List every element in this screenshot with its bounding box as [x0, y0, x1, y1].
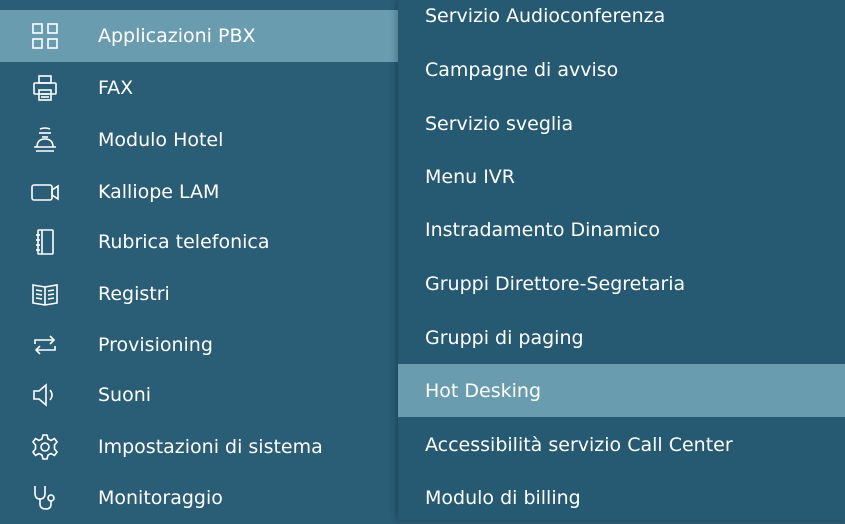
gear-icon — [30, 432, 60, 462]
grid-icon — [30, 21, 60, 51]
sidebar-item-registri[interactable]: Registri — [0, 268, 398, 320]
video-camera-icon — [30, 177, 60, 207]
speaker-icon — [30, 380, 60, 410]
sidebar-item-label: Suoni — [98, 384, 152, 406]
submenu-item-servizio-sveglia[interactable]: Servizio sveglia — [398, 97, 845, 150]
sidebar-item-label: Applicazioni PBX — [98, 25, 256, 47]
submenu-item-label: Servizio sveglia — [425, 112, 574, 135]
submenu-item-label: Instradamento Dinamico — [425, 218, 660, 241]
stethoscope-icon — [30, 483, 60, 513]
submenu-item-campagne-di-avviso[interactable]: Campagne di avviso — [398, 43, 845, 96]
address-book-icon — [30, 227, 60, 257]
sidebar-item-label: Kalliope LAM — [98, 181, 220, 203]
submenu-item-instradamento-dinamico[interactable]: Instradamento Dinamico — [398, 203, 845, 256]
submenu-item-servizio-audioconferenza[interactable]: Servizio Audioconferenza — [398, 0, 845, 42]
open-book-icon — [30, 279, 60, 309]
hotel-bell-icon — [30, 125, 60, 155]
submenu-item-label: Accessibilità servizio Call Center — [425, 433, 733, 456]
sidebar-item-label: Provisioning — [98, 334, 213, 356]
submenu-item-label: Campagne di avviso — [425, 58, 619, 81]
printer-icon — [30, 73, 60, 103]
sidebar-item-label: Monitoraggio — [98, 487, 223, 509]
sidebar-item-label: FAX — [98, 77, 134, 99]
sidebar-item-fax[interactable]: FAX — [0, 62, 398, 114]
submenu-item-label: Gruppi Direttore-Segretaria — [425, 272, 686, 295]
submenu-item-gruppi-di-paging[interactable]: Gruppi di paging — [398, 311, 845, 364]
sidebar-item-label: Registri — [98, 283, 170, 305]
sidebar-item-rubrica-telefonica[interactable]: Rubrica telefonica — [0, 216, 398, 268]
sidebar-item-applicazioni-pbx[interactable]: Applicazioni PBX — [0, 10, 398, 62]
sidebar-item-monitoraggio[interactable]: Monitoraggio — [0, 472, 398, 524]
submenu-applicazioni-pbx: Servizio Audioconferenza Campagne di avv… — [398, 0, 845, 520]
sidebar-item-suoni[interactable]: Suoni — [0, 369, 398, 421]
sidebar-item-label: Modulo Hotel — [98, 129, 224, 151]
submenu-item-label: Servizio Audioconferenza — [425, 4, 666, 27]
submenu-item-label: Modulo di billing — [425, 486, 581, 509]
submenu-item-menu-ivr[interactable]: Menu IVR — [398, 150, 845, 203]
sidebar-item-label: Impostazioni di sistema — [98, 436, 323, 458]
sidebar-item-impostazioni-di-sistema[interactable]: Impostazioni di sistema — [0, 421, 398, 473]
submenu-item-gruppi-direttore-segretaria[interactable]: Gruppi Direttore-Segretaria — [398, 257, 845, 310]
sidebar-item-provisioning[interactable]: Provisioning — [0, 319, 398, 371]
sidebar-item-label: Rubrica telefonica — [98, 231, 270, 253]
sidebar-item-modulo-hotel[interactable]: Modulo Hotel — [0, 114, 398, 166]
submenu-item-label: Gruppi di paging — [425, 326, 584, 349]
sidebar: Applicazioni PBX FAX Modulo Hotel Kallio… — [0, 0, 398, 520]
sidebar-item-kalliope-lam[interactable]: Kalliope LAM — [0, 166, 398, 218]
submenu-item-accessibilita-call-center[interactable]: Accessibilità servizio Call Center — [398, 418, 845, 471]
submenu-item-modulo-di-billing[interactable]: Modulo di billing — [398, 471, 845, 524]
submenu-item-label: Hot Desking — [425, 379, 542, 402]
submenu-item-label: Menu IVR — [425, 165, 516, 188]
submenu-item-hot-desking[interactable]: Hot Desking — [398, 364, 845, 417]
sync-arrows-icon — [30, 330, 60, 360]
